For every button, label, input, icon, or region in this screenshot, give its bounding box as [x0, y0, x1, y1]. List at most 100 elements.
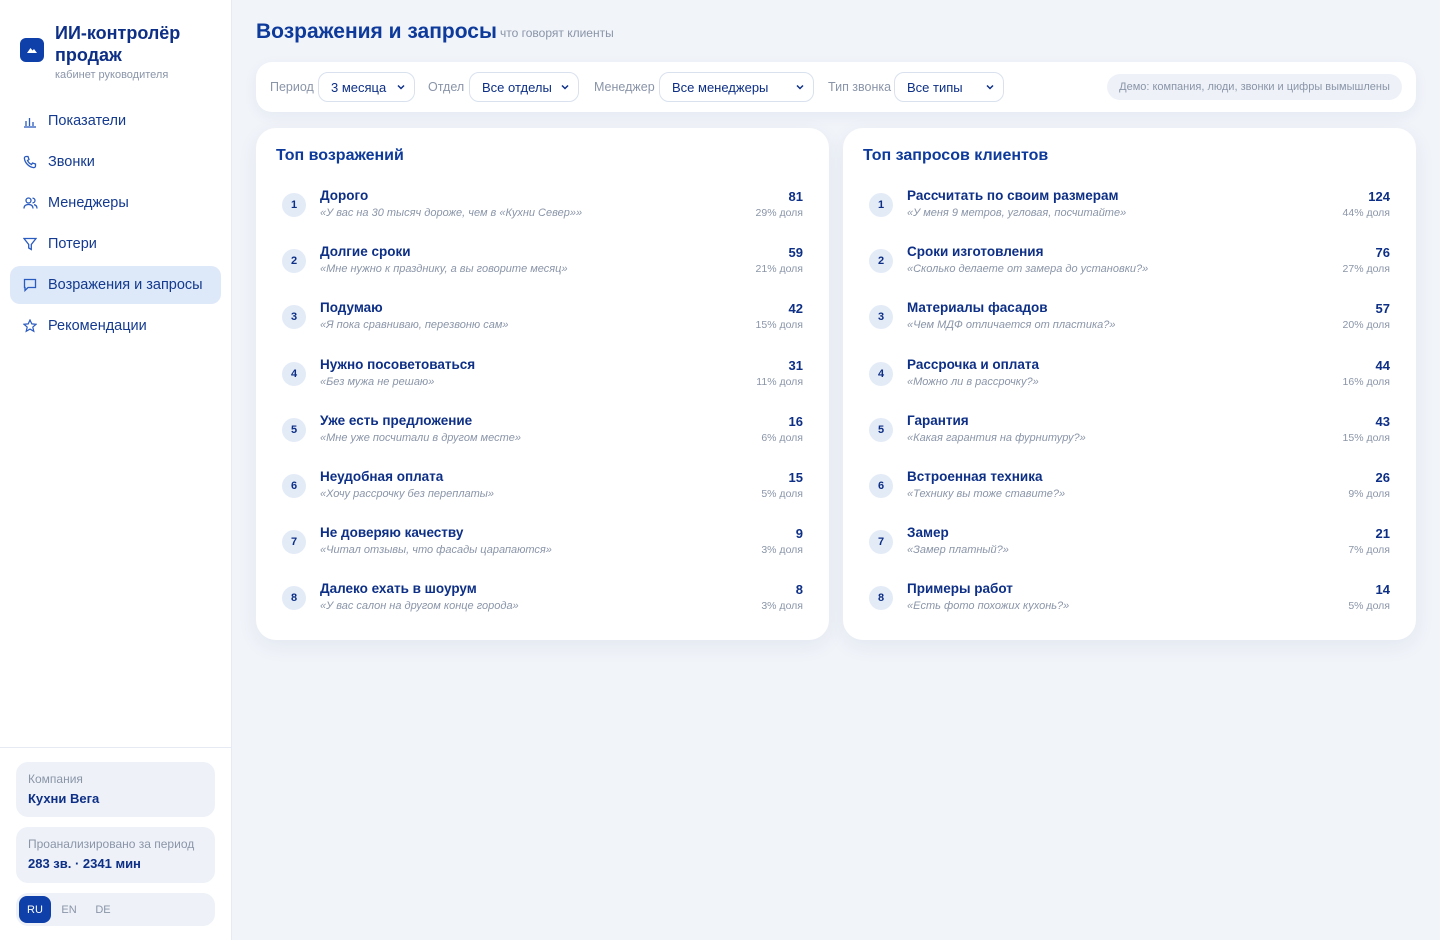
period-select[interactable]: 3 месяца: [318, 72, 415, 102]
requests-title: Топ запросов клиентов: [863, 147, 1049, 164]
list-item[interactable]: 3 Подумаю «Я пока сравниваю, перезвоню сам…: [276, 296, 809, 352]
item-count: 15: [788, 469, 803, 485]
item-share: 9% доля: [1348, 487, 1390, 500]
item-title: Нужно посоветоваться: [320, 356, 476, 372]
period-label: Период: [270, 80, 314, 94]
sidebar-item-label: Менеджеры: [48, 195, 129, 211]
sidebar-item-managers[interactable]: Менеджеры: [10, 184, 221, 222]
item-share: 6% доля: [761, 431, 803, 444]
filter-icon: [22, 236, 38, 252]
objections-title: Топ возражений: [276, 147, 404, 164]
list-item[interactable]: 4 Рассрочка и оплата «Можно ли в рассрочку…: [863, 353, 1396, 409]
sidebar-item-label: Потери: [48, 236, 97, 252]
call-type-value: Все типы: [907, 79, 963, 95]
item-quote: «У меня 9 метров, угловая, посчитайте»: [907, 207, 1127, 219]
list-item[interactable]: 6 Встроенная техника «Технику вы тоже став…: [863, 465, 1396, 521]
item-title: Далеко ехать в шоурум: [320, 581, 477, 597]
item-title: Долгие сроки: [320, 244, 411, 260]
sidebar-item-recommendations[interactable]: Рекомендации: [10, 307, 221, 345]
sidebar-item-objections[interactable]: Возражения и запросы: [10, 266, 221, 304]
item-count: 31: [788, 357, 803, 373]
list-item[interactable]: 4 Нужно посоветоваться «Без мужа не решаю»…: [276, 353, 809, 409]
rank-badge: 8: [869, 586, 893, 611]
list-item[interactable]: 8 Далеко ехать в шоурум «У вас салон на др…: [276, 577, 809, 633]
department-select[interactable]: Все отделы: [469, 72, 579, 102]
item-share: 29% доля: [755, 207, 803, 219]
item-quote: «Без мужа не решаю»: [320, 375, 435, 388]
sidebar-item-calls[interactable]: Звонки: [10, 143, 221, 181]
item-quote: «Мне уже посчитали в другом месте»: [320, 431, 521, 444]
rank-badge: 3: [869, 305, 893, 330]
list-item[interactable]: 2 Сроки изготовления «Сколько делаете от з…: [863, 240, 1396, 296]
chevron-down-icon: [397, 84, 405, 90]
rank-badge: 7: [869, 530, 893, 555]
list-item[interactable]: 7 Замер «Замер платный?» 21 7% доля: [863, 521, 1396, 577]
item-quote: «Читал отзывы, что фасады царапаются»: [320, 544, 552, 557]
chevron-down-icon: [561, 84, 569, 90]
message-icon: [22, 277, 38, 293]
item-count: 57: [1375, 301, 1390, 317]
item-title: Рассчитать по своим размерам: [907, 188, 1119, 203]
list-item[interactable]: 8 Примеры работ «Есть фото похожих кухонь?…: [863, 577, 1396, 633]
item-share: 5% доля: [761, 487, 803, 500]
call-type-label: Тип звонка: [828, 80, 892, 94]
rank-badge: 2: [869, 249, 893, 274]
item-count: 42: [788, 301, 803, 317]
language-switcher: RU EN DE: [16, 893, 215, 926]
rank-badge: 7: [282, 530, 306, 555]
lang-ru-button[interactable]: RU: [19, 896, 51, 923]
rank-badge: 5: [282, 417, 306, 442]
item-quote: «Какая гарантия на фурнитуру?»: [907, 431, 1086, 444]
rank-badge: 2: [282, 249, 306, 274]
list-item[interactable]: 2 Долгие сроки «Мне нужно к празднику, а в…: [276, 240, 809, 296]
item-quote: «Можно ли в рассрочку?»: [907, 375, 1039, 388]
demo-notice-badge: Демо: компания, люди, звонки и цифры вым…: [1107, 74, 1402, 100]
sidebar-nav: Показатели Звонки Менеджеры Потери Возра…: [10, 102, 221, 348]
item-share: 11% доля: [756, 375, 803, 388]
item-quote: «У вас салон на другом конце города»: [320, 600, 519, 613]
item-share: 16% доля: [1342, 375, 1390, 388]
item-count: 124: [1368, 189, 1390, 204]
item-count: 44: [1375, 357, 1390, 373]
brand[interactable]: ИИ-контролёр продаж кабинет руководителя: [20, 22, 205, 81]
department-label: Отдел: [428, 80, 465, 94]
item-quote: «Сколько делаете от замера до установки?…: [907, 263, 1149, 276]
sidebar-item-label: Рекомендации: [48, 318, 147, 334]
item-share: 20% доля: [1342, 319, 1390, 332]
item-count: 59: [788, 245, 803, 261]
list-item[interactable]: 3 Материалы фасадов «Чем МДФ отличается от…: [863, 296, 1396, 352]
item-count: 21: [1375, 526, 1390, 542]
sidebar-divider: [0, 747, 231, 748]
item-title: Неудобная оплата: [320, 468, 444, 484]
list-item[interactable]: 7 Не доверяю качеству «Читал отзывы, что ф…: [276, 521, 809, 577]
company-name: Кухни Вега: [28, 791, 100, 806]
rank-badge: 3: [282, 305, 306, 330]
item-count: 81: [788, 189, 803, 204]
item-title: Замер: [907, 525, 949, 541]
brand-title: ИИ-контролёр продаж: [55, 23, 181, 65]
manager-select[interactable]: Все менеджеры: [659, 72, 814, 102]
rank-badge: 5: [869, 417, 893, 442]
lang-en-button[interactable]: EN: [53, 896, 85, 923]
list-item[interactable]: 1 Рассчитать по своим размерам «У меня 9 м…: [863, 184, 1396, 240]
sidebar-item-indicators[interactable]: Показатели: [10, 102, 221, 140]
item-title: Примеры работ: [907, 581, 1013, 597]
requests-card: Топ запросов клиентов 1 Рассчитать по сво…: [843, 128, 1416, 640]
lang-de-button[interactable]: DE: [87, 896, 119, 923]
item-count: 9: [795, 526, 803, 542]
item-share: 3% доля: [761, 544, 803, 557]
list-item[interactable]: 5 Уже есть предложение «Мне уже посчитали …: [276, 409, 809, 465]
item-share: 5% доля: [1348, 600, 1390, 613]
item-title: Сроки изготовления: [907, 244, 1044, 260]
item-quote: «Есть фото похожих кухонь?»: [907, 600, 1070, 613]
phone-icon: [22, 154, 38, 170]
list-item[interactable]: 6 Неудобная оплата «Хочу рассрочку без пер…: [276, 465, 809, 521]
company-card: Компания Кухни Вега: [16, 762, 215, 817]
item-quote: «Хочу рассрочку без переплаты»: [320, 487, 495, 500]
item-title: Дорого: [320, 188, 369, 203]
call-type-select[interactable]: Все типы: [894, 72, 1004, 102]
list-item[interactable]: 5 Гарантия «Какая гарантия на фурнитуру?» 4…: [863, 409, 1396, 465]
list-item[interactable]: 1 Дорого «У вас на 30 тысяч дороже, чем в …: [276, 184, 809, 240]
sidebar-item-losses[interactable]: Потери: [10, 225, 221, 263]
rank-badge: 1: [282, 193, 306, 217]
